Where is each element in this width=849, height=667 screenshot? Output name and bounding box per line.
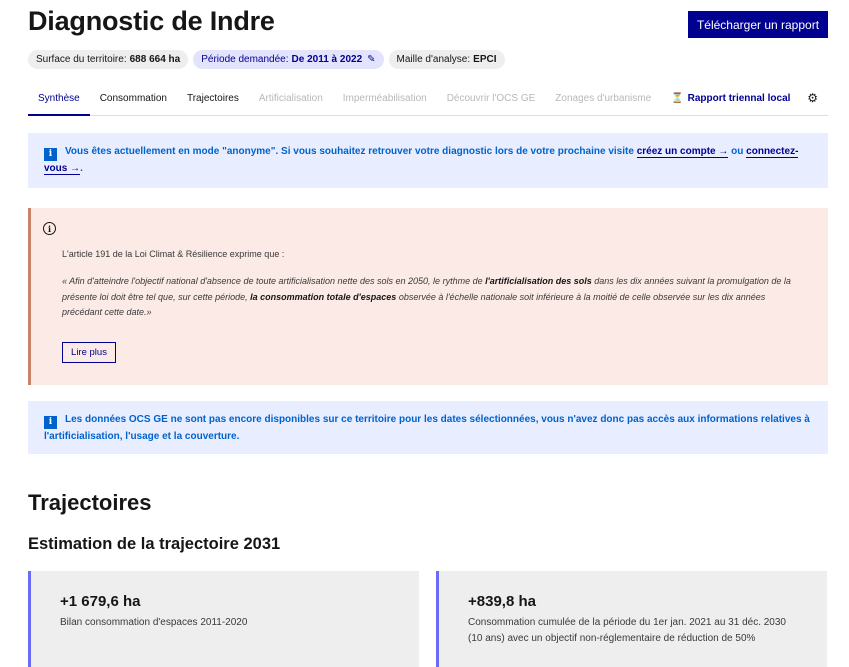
info-icon: i [44,416,57,429]
period-tag-value: De 2011 à 2022 [291,54,363,65]
hourglass-icon: ⏳ [671,93,684,104]
tab-synthese[interactable]: Synthèse [28,82,90,116]
tab-consommation[interactable]: Consommation [90,82,177,115]
download-report-button[interactable]: Télécharger un rapport [688,11,828,38]
card-value: +1 679,6 ha [60,593,141,610]
section-title: Trajectoires [28,490,152,515]
mesh-tag-label: Maille d'analyse: [396,54,471,65]
territory-tags: Surface du territoire: 688 664 ha Périod… [28,50,505,69]
tab-ocsge: Découvrir l'OCS GE [446,93,536,104]
period-tag-label: Période demandée: [201,54,289,65]
card-description: Consommation cumulée de la période du 1e… [468,617,786,644]
notice-or: ou [731,146,744,157]
diagnostic-tabs: Synthèse Consommation Trajectoires Artif… [28,82,828,116]
section-subtitle: Estimation de la trajectoire 2031 [28,535,281,553]
mesh-tag: Maille d'analyse: EPCI [388,50,505,69]
create-account-link[interactable]: créez un compte → [636,146,729,158]
law-quote: « Afin d'atteindre l'objectif national d… [62,276,791,317]
law-intro: L'article 191 de la Loi Climat & Résilie… [62,249,285,259]
period-tag[interactable]: Période demandée: De 2011 à 2022 ✎ [193,50,384,69]
surface-tag-label: Surface du territoire: [36,54,127,65]
surface-tag-value: 688 664 ha [129,54,181,65]
trajectory-card: +839,8 ha Consommation cumulée de la pér… [436,571,827,667]
mesh-tag-value: EPCI [473,54,497,65]
page-title: Diagnostic de Indre [28,6,275,36]
consumption-card: +1 679,6 ha Bilan consommation d'espaces… [28,571,419,667]
info-icon: i [44,148,57,161]
notice-end: . [80,163,83,174]
tab-rapport-triennal[interactable]: ⏳ Rapport triennal local [661,82,800,115]
anonymous-notice-text: Vous êtes actuellement en mode "anonyme"… [65,146,634,157]
tab-trajectoires[interactable]: Trajectoires [177,82,249,115]
tab-impermeabilisation: Imperméabilisation [342,93,427,104]
read-more-button[interactable]: Lire plus [62,342,116,363]
card-description: Bilan consommation d'espaces 2011-2020 [60,617,248,628]
tab-artificialisation: Artificialisation [258,93,323,104]
card-value: +839,8 ha [468,593,536,610]
ocsge-notice: i Les données OCS GE ne sont pas encore d… [28,401,828,454]
tab-rapport-label: Rapport triennal local [687,93,791,104]
tab-zonages: Zonages d'urbanisme [555,93,652,104]
surface-tag: Surface du territoire: 688 664 ha [28,50,189,69]
info-circle-icon: i [43,222,56,235]
pencil-icon: ✎ [367,54,376,65]
law-callout: i L'article 191 de la Loi Climat & Résil… [28,208,828,385]
ocsge-notice-text: Les données OCS GE ne sont pas encore di… [44,414,810,442]
gear-icon[interactable]: ⚙ [807,91,818,105]
anonymous-mode-notice: i Vous êtes actuellement en mode "anonyme… [28,133,828,188]
